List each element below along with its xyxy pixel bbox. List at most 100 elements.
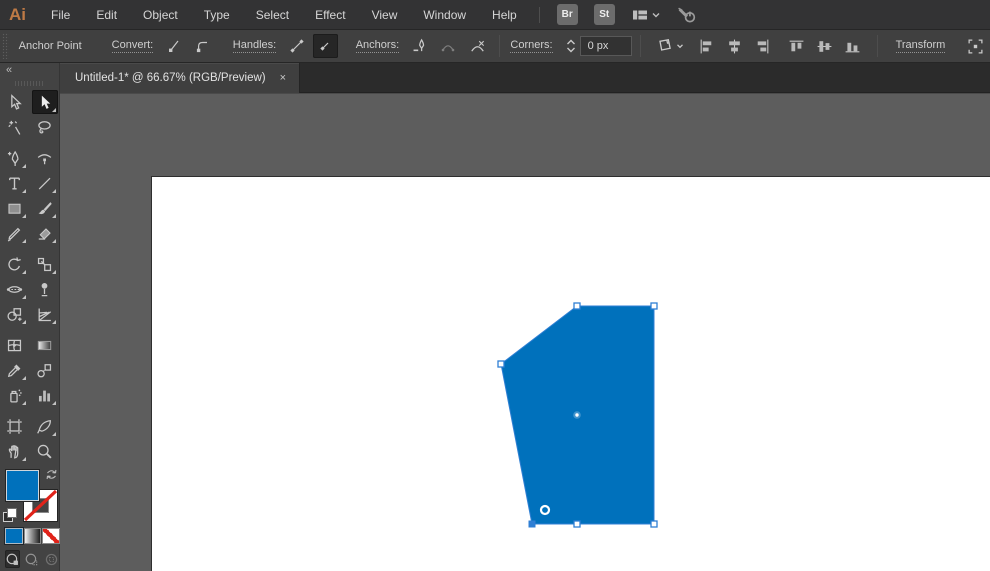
zoom-icon xyxy=(37,444,52,459)
align-top-button[interactable] xyxy=(785,34,809,58)
selection-tool[interactable] xyxy=(2,90,28,114)
align-left-button[interactable] xyxy=(695,34,719,58)
menu-item-window[interactable]: Window xyxy=(410,0,479,30)
anchor-point[interactable] xyxy=(573,520,581,528)
bridge-button[interactable]: Br xyxy=(556,4,578,25)
control-separator xyxy=(499,35,501,57)
draw-inside-button[interactable] xyxy=(44,550,59,568)
width-icon xyxy=(6,285,23,293)
rotate-tool[interactable] xyxy=(2,252,28,276)
anchor-point[interactable] xyxy=(650,302,658,310)
magic-wand-tool[interactable] xyxy=(2,115,28,139)
corners-stepper[interactable] xyxy=(565,37,577,55)
draw-behind-button[interactable] xyxy=(24,550,39,568)
menu-item-help[interactable]: Help xyxy=(479,0,530,30)
control-separator xyxy=(639,35,641,57)
rectangle-icon xyxy=(8,203,21,214)
panel-grip[interactable] xyxy=(14,81,45,86)
column-graph-tool[interactable] xyxy=(32,383,58,407)
collapse-panel-icon[interactable]: « xyxy=(0,63,59,78)
artboard-options-button[interactable] xyxy=(651,34,689,58)
fill-swatch[interactable] xyxy=(6,470,39,501)
menu-item-view[interactable]: View xyxy=(359,0,411,30)
handles-show-button[interactable] xyxy=(284,34,309,58)
anchor-point[interactable] xyxy=(650,520,658,528)
type-tool[interactable] xyxy=(2,171,28,195)
panel-grip[interactable] xyxy=(2,33,9,59)
tab-close-icon[interactable]: × xyxy=(280,72,286,84)
cut-path-button[interactable] xyxy=(465,34,490,58)
touch-workspace-toggle[interactable] xyxy=(676,6,698,24)
eraser-tool[interactable] xyxy=(32,221,58,245)
anchor-point[interactable] xyxy=(573,302,581,310)
anchor-point[interactable] xyxy=(497,360,505,368)
corners-label[interactable]: Corners: xyxy=(510,39,553,53)
menu-item-type[interactable]: Type xyxy=(191,0,243,30)
artwork-svg[interactable] xyxy=(60,94,990,571)
perspective-grid-tool[interactable] xyxy=(32,302,58,326)
symbol-sprayer-tool[interactable] xyxy=(2,383,28,407)
transform-label[interactable]: Transform xyxy=(895,39,946,53)
scale-tool[interactable] xyxy=(32,252,58,276)
zoom-tool[interactable] xyxy=(32,439,58,463)
lasso-tool[interactable] xyxy=(32,115,58,139)
menu-item-edit[interactable]: Edit xyxy=(83,0,130,30)
center-point[interactable] xyxy=(575,413,579,417)
canvas-pasteboard[interactable] xyxy=(60,93,990,571)
stock-button[interactable]: St xyxy=(593,4,615,25)
panel-title: Anchor Point xyxy=(18,40,82,52)
line-segment-tool[interactable] xyxy=(32,171,58,195)
default-fill-stroke-icon[interactable] xyxy=(4,509,18,523)
menu-item-object[interactable]: Object xyxy=(130,0,191,30)
align-right-button[interactable] xyxy=(751,34,775,58)
eraser-icon xyxy=(38,227,51,240)
width-tool[interactable] xyxy=(2,277,28,301)
remove-anchor-button[interactable] xyxy=(407,34,432,58)
pencil-tool[interactable] xyxy=(2,221,28,245)
menu-item-file[interactable]: File xyxy=(38,0,83,30)
blend-tool[interactable] xyxy=(32,358,58,382)
shape-builder-tool[interactable] xyxy=(2,302,28,326)
pen-tool[interactable] xyxy=(2,146,28,170)
rectangle-tool[interactable] xyxy=(2,196,28,220)
artboard-tool[interactable] xyxy=(2,414,28,438)
swap-fill-stroke-icon[interactable] xyxy=(45,468,58,481)
column-graph-icon xyxy=(38,390,51,401)
handles-hide-button[interactable] xyxy=(312,34,338,58)
align-bottom-button[interactable] xyxy=(841,34,865,58)
eyedropper-icon xyxy=(7,364,21,377)
rotate-icon xyxy=(8,256,21,270)
document-tab-bar: Untitled-1* @ 66.67% (RGB/Preview) × xyxy=(60,63,990,93)
menu-item-effect[interactable]: Effect xyxy=(302,0,358,30)
paint-mode-row xyxy=(0,529,60,543)
handles-label[interactable]: Handles: xyxy=(232,39,277,53)
direct-selection-tool[interactable] xyxy=(31,90,58,114)
corners-input[interactable] xyxy=(579,36,632,56)
eyedropper-tool[interactable] xyxy=(2,358,28,382)
align-center-horizontal-button[interactable] xyxy=(723,34,747,58)
convert-to-corner-button[interactable] xyxy=(161,34,186,58)
menu-item-select[interactable]: Select xyxy=(243,0,302,30)
anchors-label[interactable]: Anchors: xyxy=(355,39,400,53)
shape-builder-icon xyxy=(7,307,22,321)
anchor-point-selected[interactable] xyxy=(528,520,536,528)
slice-tool[interactable] xyxy=(32,414,58,438)
convert-label[interactable]: Convert: xyxy=(111,39,154,53)
workspace-switcher-button[interactable] xyxy=(630,7,662,23)
none-mode-button[interactable] xyxy=(43,529,60,543)
draw-normal-button[interactable] xyxy=(5,550,21,568)
gradient-icon xyxy=(37,340,52,350)
color-mode-button[interactable] xyxy=(6,529,22,543)
gradient-tool[interactable] xyxy=(32,333,58,357)
hand-tool[interactable] xyxy=(2,439,28,463)
mesh-tool[interactable] xyxy=(2,333,28,357)
document-tab[interactable]: Untitled-1* @ 66.67% (RGB/Preview) × xyxy=(60,63,301,93)
align-middle-vertical-button[interactable] xyxy=(813,34,837,58)
connect-endpoints-button[interactable] xyxy=(436,34,461,58)
gradient-mode-button[interactable] xyxy=(24,529,41,543)
paintbrush-tool[interactable] xyxy=(32,196,58,220)
curvature-tool[interactable] xyxy=(32,146,58,170)
convert-to-smooth-button[interactable] xyxy=(190,34,215,58)
puppet-warp-tool[interactable] xyxy=(32,277,58,301)
free-transform-button[interactable] xyxy=(963,34,988,58)
